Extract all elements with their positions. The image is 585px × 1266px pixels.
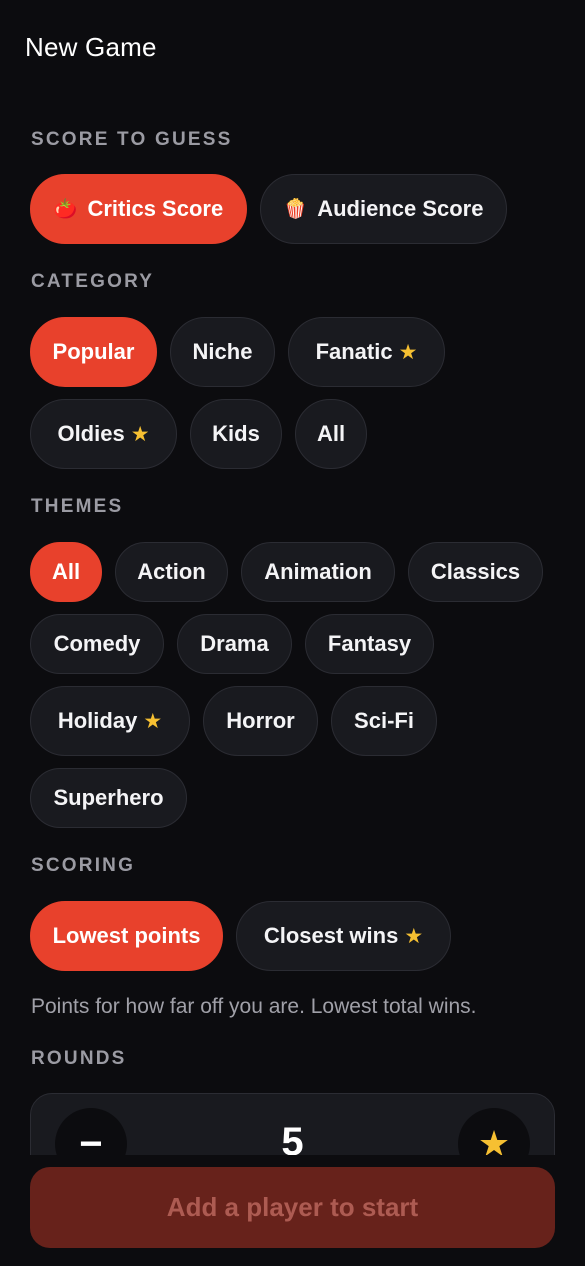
theme-comedy-button[interactable]: Comedy [30, 614, 164, 674]
theme-superhero-button[interactable]: Superhero [30, 768, 187, 828]
theme-drama-button[interactable]: Drama [177, 614, 292, 674]
critics-score-label: Critics Score [87, 196, 224, 221]
star-icon: ★ [143, 709, 163, 733]
themes-row-2: Comedy Drama Fantasy [30, 614, 434, 674]
category-popular-label: Popular [52, 339, 135, 364]
category-oldies-button[interactable]: Oldies ★ [30, 399, 177, 469]
theme-classics-label: Classics [430, 559, 521, 584]
tomato-icon: 🍅 [53, 199, 78, 220]
theme-superhero-label: Superhero [53, 785, 164, 810]
scoring-section-label: SCORING [31, 855, 136, 876]
category-fanatic-label: Fanatic [315, 339, 393, 364]
category-section-label: CATEGORY [31, 271, 155, 292]
theme-horror-label: Horror [226, 708, 295, 733]
category-all-label: All [316, 421, 346, 446]
category-fanatic-button[interactable]: Fanatic ★ [288, 317, 445, 387]
closest-wins-button[interactable]: Closest wins ★ [236, 901, 451, 971]
audience-score-label: Audience Score [317, 196, 484, 221]
rounds-section-label: ROUNDS [31, 1048, 127, 1069]
category-niche-label: Niche [192, 339, 253, 364]
start-game-label: Add a player to start [166, 1192, 419, 1222]
theme-holiday-button[interactable]: Holiday ★ [30, 686, 190, 756]
themes-section-label: THEMES [31, 496, 124, 517]
category-kids-label: Kids [212, 421, 260, 446]
theme-fantasy-button[interactable]: Fantasy [305, 614, 434, 674]
star-icon: ★ [404, 924, 424, 948]
star-icon: ★ [398, 340, 418, 364]
popcorn-icon: 🍿 [283, 199, 308, 220]
theme-classics-button[interactable]: Classics [408, 542, 543, 602]
theme-action-label: Action [137, 559, 206, 584]
closest-wins-label: Closest wins [263, 923, 399, 948]
page-title: New Game [25, 32, 157, 62]
theme-animation-label: Animation [264, 559, 372, 584]
category-row-2: Oldies ★ Kids All [30, 399, 367, 469]
theme-comedy-label: Comedy [53, 631, 141, 656]
score-options: 🍅 Critics Score 🍿 Audience Score [30, 174, 507, 244]
themes-row-1: All Action Animation Classics [30, 542, 543, 602]
score-section-label: SCORE TO GUESS [31, 129, 233, 150]
start-game-button[interactable]: Add a player to start [30, 1167, 555, 1248]
theme-scifi-label: Sci-Fi [354, 708, 414, 733]
theme-action-button[interactable]: Action [115, 542, 228, 602]
critics-score-button[interactable]: 🍅 Critics Score [30, 174, 247, 244]
star-icon: ★ [130, 422, 150, 446]
themes-row-4: Superhero [30, 768, 187, 828]
theme-horror-button[interactable]: Horror [203, 686, 318, 756]
scoring-options: Lowest points Closest wins ★ [30, 901, 451, 971]
category-row-1: Popular Niche Fanatic ★ [30, 317, 445, 387]
lowest-points-button[interactable]: Lowest points [30, 901, 223, 971]
theme-all-label: All [51, 559, 81, 584]
category-popular-button[interactable]: Popular [30, 317, 157, 387]
theme-fantasy-label: Fantasy [327, 631, 412, 656]
theme-scifi-button[interactable]: Sci-Fi [331, 686, 437, 756]
category-all-button[interactable]: All [295, 399, 367, 469]
category-niche-button[interactable]: Niche [170, 317, 275, 387]
audience-score-button[interactable]: 🍿 Audience Score [260, 174, 507, 244]
themes-row-3: Holiday ★ Horror Sci-Fi [30, 686, 437, 756]
category-oldies-label: Oldies [57, 421, 125, 446]
theme-holiday-label: Holiday [57, 708, 138, 733]
theme-all-button[interactable]: All [30, 542, 102, 602]
scoring-description: Points for how far off you are. Lowest t… [31, 995, 477, 1018]
category-kids-button[interactable]: Kids [190, 399, 282, 469]
theme-drama-label: Drama [200, 631, 269, 656]
lowest-points-label: Lowest points [52, 923, 201, 948]
theme-animation-button[interactable]: Animation [241, 542, 395, 602]
